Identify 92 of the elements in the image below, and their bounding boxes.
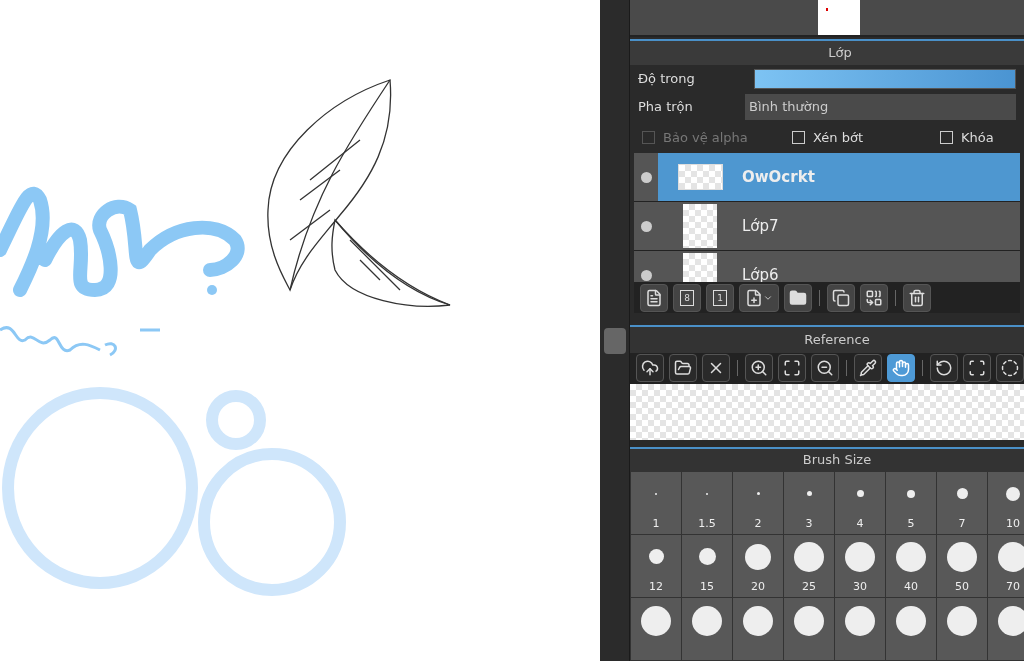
brush-size-label: 2 bbox=[754, 515, 762, 532]
brush-size-label: 7 bbox=[958, 515, 966, 532]
reference-tool-button[interactable] bbox=[778, 354, 806, 383]
opacity-label: Độ trong bbox=[638, 69, 696, 88]
brush-size-label: 15 bbox=[700, 578, 714, 595]
brush-size-cell[interactable]: 7 bbox=[937, 472, 987, 534]
eyedropper-icon bbox=[859, 359, 877, 378]
cloud-upload-icon bbox=[641, 359, 659, 378]
trash-icon bbox=[908, 288, 926, 307]
reference-tool-button[interactable] bbox=[887, 354, 915, 383]
reference-tool-button[interactable] bbox=[811, 354, 839, 383]
zoom-in-icon bbox=[750, 359, 768, 378]
panel-title: Lớp bbox=[828, 44, 852, 63]
layer-tool-button[interactable] bbox=[640, 283, 668, 312]
brush-size-label: 10 bbox=[1006, 515, 1020, 532]
brush-size-cell[interactable]: 1 bbox=[631, 472, 681, 534]
option-checkbox[interactable]: Xén bớt bbox=[792, 127, 940, 148]
brush-size-cell[interactable]: 3 bbox=[784, 472, 834, 534]
option-checkbox[interactable]: Khóa bbox=[940, 127, 994, 148]
folder-icon bbox=[789, 288, 807, 307]
brush-size-label: 20 bbox=[751, 578, 765, 595]
layer-thumbnail bbox=[683, 204, 717, 249]
reference-tool-button[interactable] bbox=[636, 354, 664, 383]
frame-icon bbox=[968, 359, 986, 378]
brush-size-label: 30 bbox=[853, 578, 867, 595]
reference-tool-button[interactable] bbox=[702, 354, 730, 383]
brush-size-label: 12 bbox=[649, 578, 663, 595]
layer-thumbnail bbox=[677, 164, 723, 191]
brush-size-cell[interactable] bbox=[988, 598, 1024, 660]
folder-icon bbox=[674, 359, 692, 378]
circle-icon bbox=[1001, 359, 1019, 378]
reference-tool-button[interactable] bbox=[745, 354, 773, 383]
brush-size-cell[interactable]: 12 bbox=[631, 535, 681, 597]
reference-tool-button[interactable] bbox=[854, 354, 882, 383]
brush-size-cell[interactable] bbox=[835, 598, 885, 660]
rotate-icon bbox=[935, 359, 953, 378]
layer-name: Lớp7 bbox=[742, 215, 779, 237]
brush-size-cell[interactable] bbox=[631, 598, 681, 660]
opacity-slider[interactable] bbox=[754, 68, 1016, 89]
layer-tool-button[interactable] bbox=[860, 283, 888, 312]
reference-tool-button[interactable] bbox=[669, 354, 697, 383]
layer-tool-button[interactable]: 1 bbox=[706, 283, 734, 312]
reference-tool-button[interactable] bbox=[930, 354, 958, 383]
brush-size-cell[interactable] bbox=[733, 598, 783, 660]
brush-size-cell[interactable] bbox=[886, 598, 936, 660]
brush-size-label: 5 bbox=[907, 515, 915, 532]
brush-size-label: 70 bbox=[1006, 578, 1020, 595]
brush-size-label: 3 bbox=[805, 515, 813, 532]
add-page-icon bbox=[745, 288, 763, 307]
panel-title: Reference bbox=[804, 331, 870, 350]
brush-size-cell[interactable]: 15 bbox=[682, 535, 732, 597]
brush-size-cell[interactable]: 30 bbox=[835, 535, 885, 597]
fit-icon bbox=[783, 359, 801, 378]
brush-size-label: 40 bbox=[904, 578, 918, 595]
brush-size-cell[interactable] bbox=[682, 598, 732, 660]
reference-tool-button[interactable] bbox=[996, 354, 1024, 383]
merge-icon bbox=[865, 288, 883, 307]
layer-tool-button[interactable] bbox=[903, 283, 931, 312]
layer-name: OwOcrkt bbox=[742, 166, 815, 188]
layer-tool-button[interactable] bbox=[827, 283, 855, 312]
page-number-icon: 8 bbox=[680, 289, 694, 306]
brush-size-cell[interactable]: 4 bbox=[835, 472, 885, 534]
brush-size-label: 25 bbox=[802, 578, 816, 595]
layer-tool-button[interactable] bbox=[739, 283, 779, 312]
brush-size-label: 50 bbox=[955, 578, 969, 595]
brush-size-cell[interactable] bbox=[937, 598, 987, 660]
copy-icon bbox=[832, 288, 850, 307]
brush-size-cell[interactable]: 40 bbox=[886, 535, 936, 597]
hand-icon bbox=[892, 359, 910, 378]
layer-tool-button[interactable] bbox=[784, 283, 812, 312]
brush-size-cell[interactable]: 70 bbox=[988, 535, 1024, 597]
brush-size-label: 4 bbox=[856, 515, 864, 532]
blend-dropdown[interactable]: Bình thường bbox=[745, 94, 1016, 121]
brush-size-cell[interactable]: 25 bbox=[784, 535, 834, 597]
brush-size-cell[interactable]: 20 bbox=[733, 535, 783, 597]
layer-row[interactable]: Lớp7 bbox=[634, 202, 1020, 251]
brush-size-label: 1.5 bbox=[698, 515, 716, 532]
brush-size-cell[interactable]: 5 bbox=[886, 472, 936, 534]
scrollbar-thumb[interactable] bbox=[603, 328, 626, 354]
brush-size-cell[interactable]: 50 bbox=[937, 535, 987, 597]
brush-size-cell[interactable] bbox=[784, 598, 834, 660]
panel-title: Brush Size bbox=[802, 451, 872, 470]
page-icon bbox=[645, 288, 663, 307]
reference-tool-button[interactable] bbox=[963, 354, 991, 383]
brush-size-label: 1 bbox=[652, 515, 660, 532]
layer-tool-button[interactable]: 8 bbox=[673, 283, 701, 312]
blend-label: Pha trộn bbox=[638, 98, 694, 117]
zoom-out-icon bbox=[816, 359, 834, 378]
brush-size-cell[interactable]: 1.5 bbox=[682, 472, 732, 534]
brush-size-cell[interactable]: 10 bbox=[988, 472, 1024, 534]
page-number-icon: 1 bbox=[713, 289, 727, 306]
brush-size-cell[interactable]: 2 bbox=[733, 472, 783, 534]
